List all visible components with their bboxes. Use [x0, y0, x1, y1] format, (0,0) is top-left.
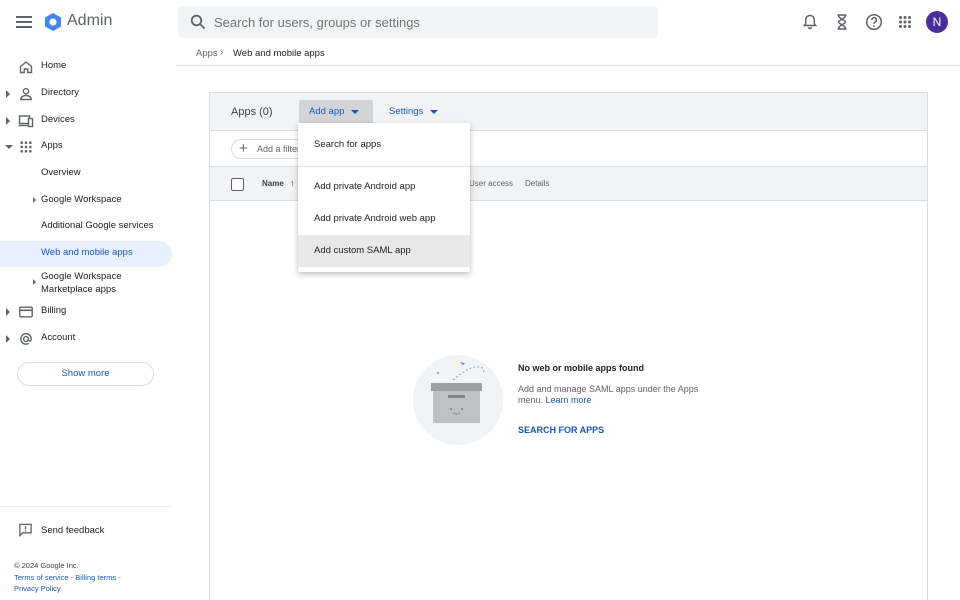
select-all-checkbox[interactable]	[231, 178, 244, 191]
send-feedback-label: Send feedback	[41, 525, 105, 536]
sidebar-item-marketplace-apps[interactable]: Google Workspace Marketplace apps	[0, 269, 172, 297]
sidebar-item-additional-google-services[interactable]: Additional Google services	[0, 214, 172, 240]
sidebar-item-directory[interactable]: Directory	[0, 81, 172, 107]
settings-button[interactable]: Settings	[385, 100, 445, 124]
user-avatar[interactable]: N	[926, 11, 948, 33]
apps-count: Apps (0)	[231, 106, 273, 118]
add-app-button[interactable]: Add app	[299, 100, 373, 124]
privacy-policy-link[interactable]: Privacy Policy	[14, 584, 61, 593]
menu-item-label: Add private Android web app	[314, 213, 436, 224]
at-sign-icon	[20, 333, 32, 345]
menu-item-label: Search for apps	[314, 139, 382, 150]
menu-item-add-private-android-app[interactable]: Add private Android app	[298, 171, 470, 203]
search-icon	[190, 14, 205, 29]
sidebar-item-home[interactable]: Home	[0, 54, 172, 80]
notifications-bell-icon[interactable]	[799, 11, 821, 33]
empty-state-title: No web or mobile apps found	[518, 363, 644, 373]
sidebar-item-google-workspace[interactable]: Google Workspace	[0, 188, 172, 214]
search-for-apps-link[interactable]: SEARCH FOR APPS	[518, 425, 604, 435]
empty-state-description: Add and manage SAML apps under the Apps …	[518, 384, 718, 406]
plus-icon: +	[239, 140, 248, 157]
chevron-right-icon: ›	[220, 47, 224, 58]
sidebar-item-apps[interactable]: Apps	[0, 134, 172, 160]
send-feedback-button[interactable]: Send feedback	[18, 522, 168, 540]
copyright-text: © 2024 Google Inc.	[14, 561, 79, 570]
menu-item-label: Add private Android app	[314, 181, 416, 192]
brand-title: Admin	[67, 12, 113, 29]
breadcrumb-current: Web and mobile apps	[233, 48, 325, 59]
sidebar-item-label: Google Workspace	[41, 271, 122, 282]
sidebar-item-label: Web and mobile apps	[41, 247, 133, 258]
expand-arrow-icon[interactable]	[33, 197, 36, 203]
sidebar-item-billing[interactable]: Billing	[0, 299, 172, 325]
empty-box-icon	[431, 362, 485, 423]
admin-logo-icon	[45, 13, 61, 31]
devices-icon	[18, 115, 34, 128]
caret-down-icon	[430, 110, 438, 114]
sidebar-item-label: Directory	[41, 87, 80, 98]
collapse-arrow-icon[interactable]	[5, 145, 13, 149]
billing-terms-link[interactable]: Billing terms	[75, 573, 116, 582]
terms-of-service-link[interactable]: Terms of service	[14, 573, 69, 582]
divider	[0, 506, 172, 507]
column-header-name[interactable]: Name	[262, 179, 284, 188]
sidebar-item-label: Apps	[41, 140, 63, 151]
home-icon	[19, 61, 33, 74]
empty-state-description-line2: menu.	[518, 395, 544, 405]
menu-line	[16, 26, 32, 28]
add-app-label: Add app	[309, 106, 345, 117]
help-icon[interactable]	[863, 11, 885, 33]
expand-arrow-icon[interactable]	[6, 117, 10, 125]
sidebar-item-label: Home	[41, 60, 67, 71]
search-bar[interactable]	[178, 6, 658, 38]
sidebar-item-web-and-mobile-apps[interactable]: Web and mobile apps	[0, 241, 172, 267]
add-app-dropdown-menu: Search for apps Add private Android app …	[298, 123, 470, 272]
column-header-details[interactable]: Details	[525, 179, 549, 188]
apps-grid-icon[interactable]	[894, 11, 916, 33]
add-filter-label: Add a filter	[257, 144, 301, 154]
expand-arrow-icon[interactable]	[6, 308, 10, 316]
expand-arrow-icon[interactable]	[6, 335, 10, 343]
menu-item-label: Add custom SAML app	[314, 245, 411, 256]
menu-item-add-private-android-web-app[interactable]: Add private Android web app	[298, 203, 470, 235]
menu-line	[16, 21, 32, 23]
empty-state-description-line1: Add and manage SAML apps under the Apps	[518, 384, 699, 394]
menu-item-add-custom-saml-app[interactable]: Add custom SAML app	[298, 235, 470, 267]
breadcrumb-apps-link[interactable]: Apps	[196, 48, 218, 59]
tasks-hourglass-icon[interactable]	[831, 11, 853, 33]
sidebar-item-devices[interactable]: Devices	[0, 108, 172, 134]
sidebar-item-label: Additional Google services	[41, 220, 154, 231]
sidebar: Home Directory Devices Apps Overview Goo…	[0, 44, 172, 600]
sidebar-item-label: Billing	[41, 305, 67, 316]
caret-down-icon	[351, 110, 359, 114]
menu-line	[16, 16, 32, 18]
sidebar-item-account[interactable]: Account	[0, 326, 172, 352]
empty-state-illustration	[413, 355, 503, 445]
top-bar: Admin N	[0, 0, 960, 44]
learn-more-link[interactable]: Learn more	[546, 395, 592, 405]
show-more-button[interactable]: Show more	[17, 362, 154, 386]
credit-card-icon	[19, 306, 33, 318]
column-header-user-access[interactable]: User access	[469, 179, 513, 188]
search-input[interactable]	[214, 6, 644, 38]
breadcrumb: Apps › Web and mobile apps	[176, 44, 960, 66]
sidebar-item-label: Overview	[41, 167, 81, 178]
separator: -	[116, 573, 121, 582]
main-menu-button[interactable]	[14, 13, 34, 31]
sidebar-item-overview[interactable]: Overview	[0, 161, 172, 187]
settings-label: Settings	[389, 106, 424, 117]
sidebar-item-label: Google Workspace	[41, 194, 122, 205]
menu-item-search-for-apps[interactable]: Search for apps	[298, 129, 470, 161]
legal-links: Terms of service - Billing terms - Priva…	[14, 572, 154, 594]
sidebar-item-label: Account	[41, 332, 76, 343]
menu-divider	[298, 166, 470, 167]
expand-arrow-icon[interactable]	[33, 279, 36, 285]
sidebar-item-label: Marketplace apps	[41, 284, 116, 295]
sort-arrow-up-icon[interactable]: ↑	[290, 178, 295, 188]
feedback-icon	[19, 523, 32, 537]
person-icon	[20, 87, 32, 101]
expand-arrow-icon[interactable]	[6, 90, 10, 98]
sidebar-item-label: Devices	[41, 114, 75, 125]
apps-grid-icon	[20, 141, 32, 153]
